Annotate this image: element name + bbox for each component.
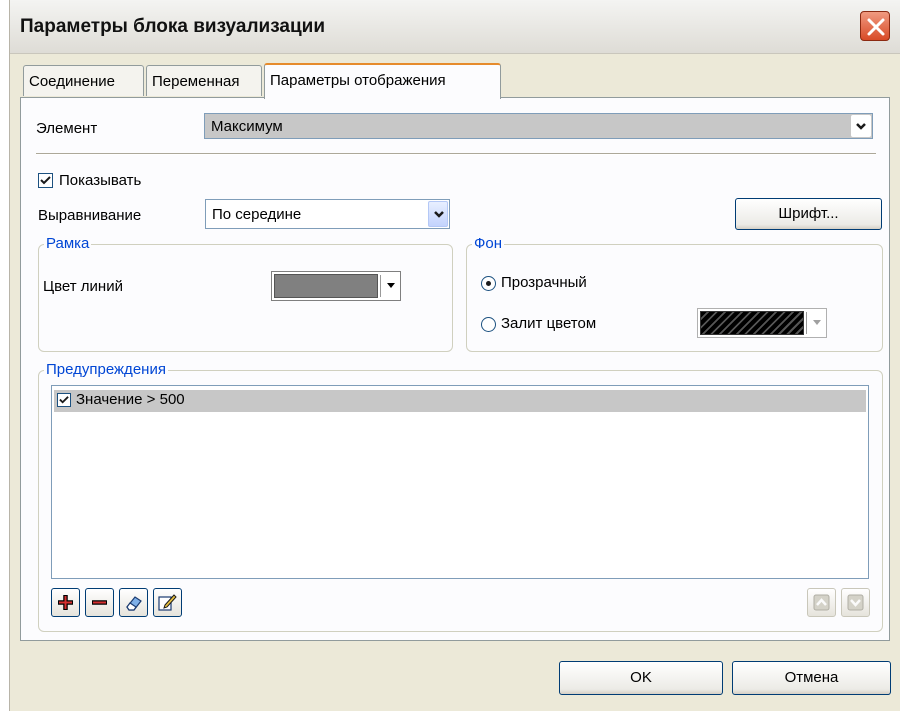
show-checkbox[interactable] xyxy=(38,173,53,188)
element-select-value: Максимум xyxy=(211,118,283,135)
tab-display-params[interactable]: Параметры отображения xyxy=(264,63,501,99)
separator-highlight xyxy=(36,154,876,155)
fill-color-picker[interactable] xyxy=(697,308,827,338)
alignment-dropdown-button[interactable] xyxy=(428,201,448,227)
warnings-group-title: Предупреждения xyxy=(44,361,168,378)
close-icon xyxy=(867,18,885,36)
checkmark-icon xyxy=(40,176,51,185)
warnings-group: Предупреждения Значение > 500 xyxy=(38,361,883,632)
arrow-down-icon xyxy=(847,594,864,611)
chevron-down-icon xyxy=(387,283,395,288)
warning-item-label: Значение > 500 xyxy=(76,391,185,408)
filled-radio[interactable] xyxy=(481,317,496,332)
chevron-down-icon xyxy=(434,211,444,218)
tab-connection-label: Соединение xyxy=(29,73,115,90)
title-bar[interactable]: Параметры блока визуализации xyxy=(10,0,900,54)
tab-variable[interactable]: Переменная xyxy=(146,65,262,96)
window-title: Параметры блока визуализации xyxy=(20,16,325,37)
cancel-button-label: Отмена xyxy=(784,669,839,686)
alignment-select-value: По середине xyxy=(212,206,302,223)
picker-separator xyxy=(380,275,381,297)
cancel-button[interactable]: Отмена xyxy=(732,661,891,695)
ok-button[interactable]: OK xyxy=(559,661,723,695)
alignment-select[interactable]: По середине xyxy=(205,199,450,229)
dialog-window: Параметры блока визуализации Соединение … xyxy=(9,0,900,711)
element-dropdown-button[interactable] xyxy=(851,115,871,137)
list-item[interactable]: Значение > 500 xyxy=(54,390,866,412)
warning-item-checkbox[interactable] xyxy=(57,393,71,407)
chevron-down-icon xyxy=(813,320,821,325)
background-group-title: Фон xyxy=(472,235,505,252)
tab-display-params-label: Параметры отображения xyxy=(270,72,446,89)
move-up-button[interactable] xyxy=(807,588,836,617)
tab-panel-display-params: Элемент Максимум Показывать Выравнивание… xyxy=(20,97,890,641)
remove-warning-button[interactable] xyxy=(85,588,114,617)
arrow-up-icon xyxy=(813,594,830,611)
tab-connection[interactable]: Соединение xyxy=(23,65,144,96)
font-button-label: Шрифт... xyxy=(778,205,839,222)
eraser-icon xyxy=(126,596,142,611)
add-warning-button[interactable] xyxy=(51,588,80,617)
tab-variable-label: Переменная xyxy=(152,73,240,90)
minus-icon xyxy=(92,600,107,605)
element-label: Элемент xyxy=(36,120,98,137)
warnings-list[interactable]: Значение > 500 xyxy=(51,385,869,579)
filled-label[interactable]: Залит цветом xyxy=(501,315,596,332)
font-button[interactable]: Шрифт... xyxy=(735,198,882,230)
edit-warning-button[interactable] xyxy=(153,588,182,617)
line-color-swatch xyxy=(274,274,378,298)
fill-color-swatch xyxy=(700,311,804,335)
element-select[interactable]: Максимум xyxy=(204,113,873,139)
clear-warnings-button[interactable] xyxy=(119,588,148,617)
frame-group-title: Рамка xyxy=(44,235,92,252)
close-button[interactable] xyxy=(860,11,890,41)
transparent-label[interactable]: Прозрачный xyxy=(501,274,587,291)
ok-button-label: OK xyxy=(630,669,652,686)
transparent-radio[interactable] xyxy=(481,276,496,291)
checkmark-icon xyxy=(59,396,69,404)
radio-selected-dot xyxy=(486,281,491,286)
background-group: Фон Прозрачный Залит цветом xyxy=(466,235,883,352)
alignment-label: Выравнивание xyxy=(38,207,142,224)
line-color-label: Цвет линий xyxy=(43,278,123,295)
edit-pencil-icon xyxy=(158,594,177,611)
chevron-down-icon xyxy=(856,123,866,130)
move-down-button[interactable] xyxy=(841,588,870,617)
line-color-picker[interactable] xyxy=(271,271,401,301)
frame-group: Рамка Цвет линий xyxy=(38,235,453,352)
plus-icon xyxy=(58,595,73,610)
show-label[interactable]: Показывать xyxy=(59,172,141,189)
picker-separator xyxy=(806,312,807,334)
